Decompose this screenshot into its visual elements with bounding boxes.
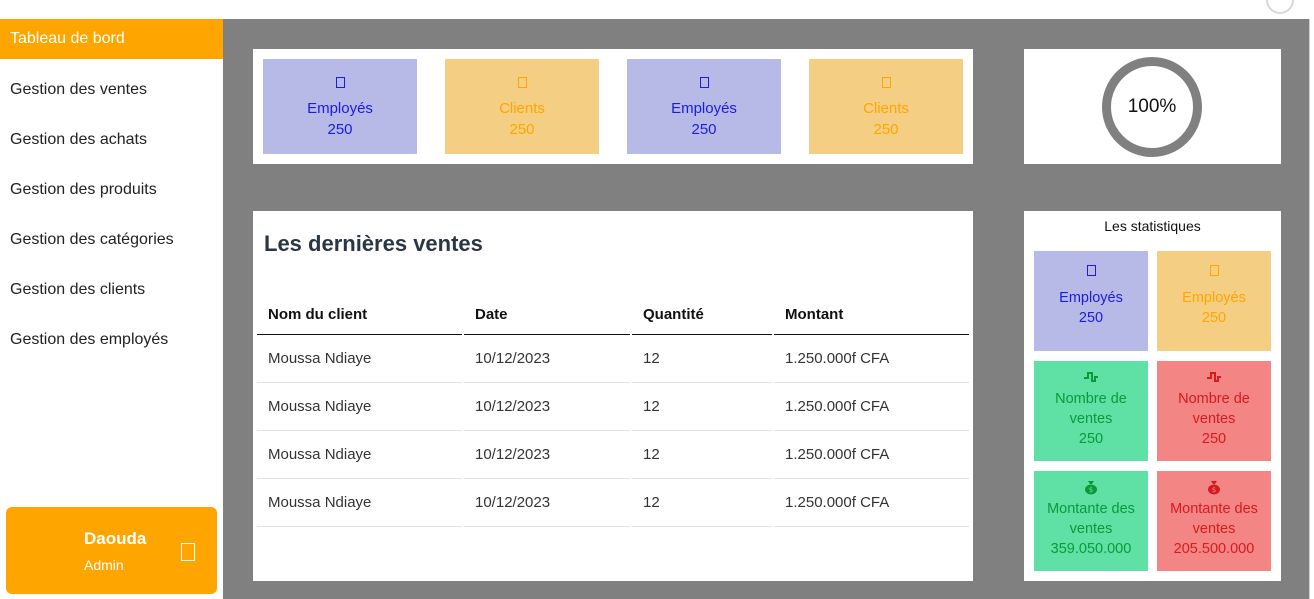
cell-quantity: 12	[632, 479, 772, 527]
stat-value: 205.500.000	[1173, 541, 1255, 557]
stat-card-sales-amount[interactable]: $ Montante des ventes 205.500.000	[1157, 471, 1271, 571]
recent-sales-title: Les dernières ventes	[264, 231, 483, 256]
cell-client: Moussa Ndiaye	[257, 431, 462, 479]
recent-sales-panel: Les dernières ventes Nom du client Date …	[253, 211, 973, 581]
sidebar-item-categories[interactable]: Gestion des catégories	[0, 219, 223, 269]
summary-card-employees[interactable]: Employés 250	[627, 59, 781, 154]
table-row[interactable]: Moussa Ndiaye 10/12/2023 12 1.250.000f C…	[257, 335, 969, 383]
summary-card-clients[interactable]: Clients 250	[809, 59, 963, 154]
employees-icon	[699, 77, 709, 88]
summary-card-clients[interactable]: Clients 250	[445, 59, 599, 154]
stat-card-sales-count[interactable]: Nombre de ventes 250	[1034, 361, 1148, 461]
money-bag-icon: $	[1208, 481, 1220, 495]
trend-down-icon	[1207, 372, 1221, 382]
summary-card-employees[interactable]: Employés 250	[263, 59, 417, 154]
summary-card-value: 250	[691, 121, 717, 138]
top-strip	[0, 0, 1314, 19]
user-profile-card[interactable]: Daouda Admin	[6, 507, 217, 594]
cell-amount: 1.250.000f CFA	[774, 479, 969, 527]
svg-text:$: $	[1089, 486, 1093, 494]
cell-client: Moussa Ndiaye	[257, 335, 462, 383]
cell-amount: 1.250.000f CFA	[774, 335, 969, 383]
statistics-panel: Les statistiques Employés 250 Employés 2…	[1024, 211, 1281, 581]
recent-sales-table: Nom du client Date Quantité Montant Mous…	[255, 295, 971, 527]
cell-client: Moussa Ndiaye	[257, 383, 462, 431]
stat-label: Nombre de ventes	[1055, 391, 1127, 427]
stat-value: 250	[1078, 431, 1104, 447]
stat-card-employees[interactable]: Employés 250	[1034, 251, 1148, 351]
table-row[interactable]: Moussa Ndiaye 10/12/2023 12 1.250.000f C…	[257, 431, 969, 479]
money-bag-icon: $	[1085, 481, 1097, 495]
stat-value: 359.050.000	[1050, 541, 1132, 557]
summary-card-label: Clients	[863, 100, 909, 117]
trend-up-icon	[1084, 372, 1098, 382]
column-header-client: Nom du client	[257, 295, 462, 335]
cell-date: 10/12/2023	[464, 335, 630, 383]
sidebar-item-clients[interactable]: Gestion des clients	[0, 269, 223, 319]
cell-quantity: 12	[632, 431, 772, 479]
employees-icon	[1086, 265, 1096, 276]
column-header-quantity: Quantité	[632, 295, 772, 335]
table-row[interactable]: Moussa Ndiaye 10/12/2023 12 1.250.000f C…	[257, 479, 969, 527]
cell-quantity: 12	[632, 383, 772, 431]
column-header-date: Date	[464, 295, 630, 335]
user-role: Admin	[84, 557, 124, 573]
stat-card-sales-count[interactable]: Nombre de ventes 250	[1157, 361, 1271, 461]
stat-value: 250	[1078, 310, 1104, 326]
svg-text:$: $	[1212, 486, 1216, 494]
stat-card-employees[interactable]: Employés 250	[1157, 251, 1271, 351]
cell-quantity: 12	[632, 335, 772, 383]
stat-label: Employés	[1059, 290, 1123, 306]
summary-card-value: 250	[873, 121, 899, 138]
column-header-amount: Montant	[774, 295, 969, 335]
table-row[interactable]: Moussa Ndiaye 10/12/2023 12 1.250.000f C…	[257, 383, 969, 431]
sidebar-item-dashboard[interactable]: Tableau de bord	[0, 19, 223, 59]
summary-cards-panel: Employés 250 Clients 250 Employés 250 Cl…	[253, 49, 973, 164]
stat-label: Montante des ventes	[1170, 501, 1258, 537]
sidebar-item-employees[interactable]: Gestion des employés	[0, 319, 223, 369]
progress-ring: 100%	[1102, 57, 1202, 157]
sidebar-item-purchases[interactable]: Gestion des achats	[0, 119, 223, 169]
cell-date: 10/12/2023	[464, 479, 630, 527]
summary-card-value: 250	[327, 121, 353, 138]
employees-icon	[335, 77, 345, 88]
progress-panel: 100%	[1024, 49, 1281, 164]
cell-amount: 1.250.000f CFA	[774, 431, 969, 479]
sidebar-item-sales[interactable]: Gestion des ventes	[0, 69, 223, 119]
stat-value: 250	[1201, 431, 1227, 447]
summary-card-label: Employés	[307, 100, 373, 117]
summary-card-value: 250	[509, 121, 535, 138]
statistics-title: Les statistiques	[1104, 218, 1201, 234]
cell-date: 10/12/2023	[464, 431, 630, 479]
scrollbar-track[interactable]	[1309, 19, 1314, 599]
clients-icon	[517, 77, 527, 88]
summary-card-label: Employés	[671, 100, 737, 117]
employees-icon	[1209, 265, 1219, 276]
clients-icon	[881, 77, 891, 88]
table-header-row: Nom du client Date Quantité Montant	[257, 295, 969, 335]
stat-label: Montante des ventes	[1047, 501, 1135, 537]
sidebar-item-products[interactable]: Gestion des produits	[0, 169, 223, 219]
summary-card-label: Clients	[499, 100, 545, 117]
main-content: Employés 250 Clients 250 Employés 250 Cl…	[223, 19, 1309, 599]
stat-label: Nombre de ventes	[1178, 391, 1250, 427]
stat-card-sales-amount[interactable]: $ Montante des ventes 359.050.000	[1034, 471, 1148, 571]
logout-icon[interactable]	[181, 543, 195, 561]
sidebar: Tableau de bord Gestion des ventes Gesti…	[0, 19, 223, 599]
stat-label: Employés	[1182, 290, 1246, 306]
progress-label: 100%	[1127, 96, 1177, 117]
cell-amount: 1.250.000f CFA	[774, 383, 969, 431]
cell-client: Moussa Ndiaye	[257, 479, 462, 527]
user-name: Daouda	[84, 529, 147, 548]
cell-date: 10/12/2023	[464, 383, 630, 431]
stat-value: 250	[1201, 310, 1227, 326]
